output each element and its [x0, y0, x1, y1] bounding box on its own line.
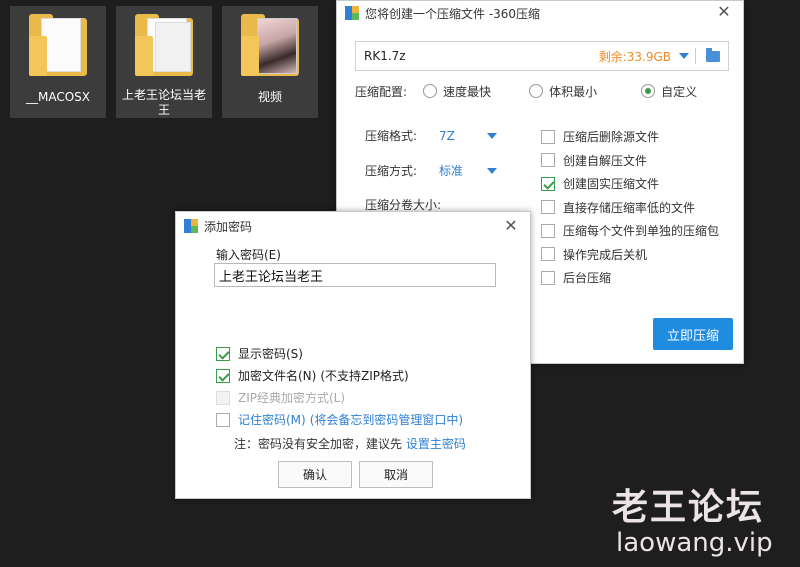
checkbox[interactable] [541, 153, 555, 168]
desktop-folder-macosx[interactable]: __MACOSX [10, 6, 106, 118]
radio-label: 速度最快 [443, 84, 492, 99]
method-field: 压缩方式: 标准 [365, 162, 497, 179]
format-field: 压缩格式: 7Z [365, 127, 497, 144]
option-note: (不支持ZIP格式) [320, 369, 409, 383]
watermark-url: laowang.vip [616, 528, 773, 558]
option-label: 创建自解压文件 [563, 153, 648, 168]
option-delete-source[interactable]: 压缩后删除源文件 [541, 125, 719, 149]
checkbox-checked[interactable] [216, 368, 230, 383]
archive-path-value: RK1.7z [364, 49, 406, 63]
set-master-password-link[interactable]: 设置主密码 [406, 437, 466, 451]
desktop-folder-laowang[interactable]: 上老王论坛当老王 [116, 6, 212, 118]
browse-folder-icon[interactable] [706, 47, 720, 62]
option-shutdown[interactable]: 操作完成后关机 [541, 243, 719, 267]
folder-icon [25, 14, 91, 80]
desktop-folder-label: __MACOSX [25, 90, 90, 104]
checkbox[interactable] [541, 223, 555, 238]
option-background[interactable]: 后台压缩 [541, 266, 719, 290]
radio-icon [529, 84, 544, 98]
password-dialog: 添加密码 ✕ 输入密码(E) 显示密码(S) 加密文件名(N) (不支持ZIP格… [175, 211, 531, 499]
option-label: 操作完成后关机 [563, 247, 648, 262]
radio-icon [423, 84, 438, 98]
checkbox-checked[interactable] [216, 346, 230, 361]
option-solid[interactable]: 创建固实压缩文件 [541, 172, 719, 196]
format-label: 压缩格式: [365, 129, 418, 143]
free-space: 剩余:33.9GB [598, 49, 671, 64]
zip-classic-option: ZIP经典加密方式(L) [216, 389, 345, 406]
desktop-folder-label: 上老王论坛当老王 [121, 88, 206, 117]
close-icon[interactable]: ✕ [502, 217, 520, 235]
checkbox[interactable] [541, 129, 555, 144]
show-password-option[interactable]: 显示密码(S) [216, 345, 303, 362]
folder-icon [237, 14, 303, 80]
chevron-down-icon[interactable] [487, 167, 497, 174]
radio-custom[interactable]: 自定义 [641, 83, 697, 100]
option-self-extract[interactable]: 创建自解压文件 [541, 149, 719, 173]
compress-now-button[interactable]: 立即压缩 [653, 318, 733, 350]
cancel-button[interactable]: 取消 [359, 461, 433, 488]
window-title: 您将创建一个压缩文件 -360压缩 [365, 6, 541, 21]
app-logo-icon [345, 6, 359, 20]
password-label: 输入密码(E) [216, 248, 281, 262]
archive-path-field[interactable]: RK1.7z 剩余:33.9GB [355, 41, 729, 71]
checkbox-checked[interactable] [541, 176, 555, 191]
close-icon[interactable]: ✕ [715, 3, 733, 21]
ok-button[interactable]: 确认 [278, 461, 352, 488]
option-label: 后台压缩 [563, 271, 612, 286]
checkbox[interactable] [216, 412, 230, 427]
divider [695, 48, 696, 64]
options-checklist: 压缩后删除源文件 创建自解压文件 创建固实压缩文件 直接存储压缩率低的文件 压缩… [541, 125, 719, 290]
option-label: 创建固实压缩文件 [563, 177, 660, 192]
radio-smallest[interactable]: 体积最小 [529, 83, 597, 100]
radio-label: 自定义 [661, 84, 698, 99]
checkbox-disabled [216, 390, 230, 405]
radio-icon-selected [641, 84, 656, 98]
option-store-low-ratio[interactable]: 直接存储压缩率低的文件 [541, 196, 719, 220]
option-each-file[interactable]: 压缩每个文件到单独的压缩包 [541, 219, 719, 243]
checkbox[interactable] [541, 247, 555, 262]
app-logo-icon [184, 219, 198, 233]
radio-fastest[interactable]: 速度最快 [423, 83, 491, 100]
option-label: 直接存储压缩率低的文件 [563, 200, 696, 215]
option-label: 压缩后删除源文件 [563, 130, 660, 145]
radio-label: 体积最小 [549, 84, 598, 99]
option-label: 记住密码(M) [238, 413, 306, 427]
desktop-folder-label: 视频 [257, 90, 282, 104]
option-label: 压缩每个文件到单独的压缩包 [563, 224, 720, 239]
config-label: 压缩配置: [355, 84, 408, 99]
dialog-title: 添加密码 [204, 219, 253, 234]
folder-icon [131, 14, 197, 78]
password-input[interactable] [214, 263, 496, 287]
chevron-down-icon[interactable] [487, 132, 497, 139]
titlebar: 您将创建一个压缩文件 -360压缩 ✕ [337, 1, 743, 25]
option-label: 加密文件名(N) [238, 369, 317, 383]
encrypt-names-option[interactable]: 加密文件名(N) (不支持ZIP格式) [216, 367, 409, 384]
method-value[interactable]: 标准 [439, 162, 487, 179]
desktop-folder-video[interactable]: 视频 [222, 6, 318, 118]
format-value[interactable]: 7Z [439, 129, 487, 143]
dialog-titlebar: 添加密码 ✕ [176, 212, 530, 240]
config-row: 压缩配置: 速度最快 体积最小 自定义 [355, 81, 735, 101]
remember-password-option[interactable]: 记住密码(M) (将会备忘到密码管理窗口中) [216, 411, 463, 428]
chevron-down-icon[interactable] [679, 53, 689, 59]
watermark-title: 老王论坛 [612, 487, 765, 528]
checkbox[interactable] [541, 200, 555, 215]
option-label: 显示密码(S) [238, 347, 303, 361]
method-label: 压缩方式: [365, 164, 418, 178]
security-note: 注：密码没有安全加密，建议先 设置主密码 [234, 435, 466, 452]
note-text: 注：密码没有安全加密，建议先 [234, 437, 403, 451]
checkbox[interactable] [541, 270, 555, 285]
option-note: (将会备忘到密码管理窗口中) [309, 413, 464, 427]
option-label: ZIP经典加密方式(L) [238, 391, 346, 405]
